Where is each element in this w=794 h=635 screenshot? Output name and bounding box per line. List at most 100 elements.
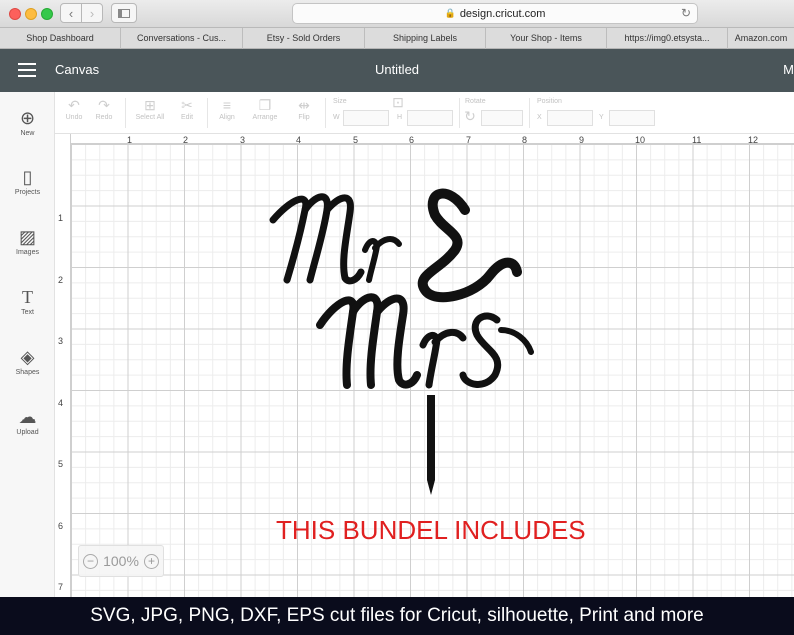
toolbar-divider [459,98,460,128]
size-label: Size [333,98,347,105]
ruler-tick: 2 [58,275,64,285]
ruler-tick: 3 [240,135,246,145]
x-input[interactable] [547,110,593,126]
ruler-tick: 12 [748,135,759,145]
x-label: X [537,114,542,121]
height-label: H [397,114,403,121]
toolbar-divider [125,98,126,128]
ruler-tick: 7 [58,582,64,592]
undo-button[interactable]: ↶ Undo [61,96,87,121]
align-icon: ≡ [222,97,232,113]
bookmarks-bar: Shop Dashboard Conversations - Cus... Et… [0,28,794,49]
sidebar-item-images[interactable]: ▨ Images [0,225,55,256]
ruler-tick: 6 [58,521,64,531]
undo-icon: ↶ [68,97,80,113]
sidebar-item-label: Upload [16,429,39,436]
undo-label: Undo [65,114,83,121]
toolbar-divider [207,98,208,128]
align-dropdown[interactable]: ≡ Align [213,96,241,121]
sidebar-item-label: Images [16,249,39,256]
ruler-tick: 11 [692,135,702,145]
text-t-icon: T [22,287,33,307]
sidebar-item-label: Shapes [15,369,40,376]
bookmark-item[interactable]: Shipping Labels [365,28,486,49]
document-title[interactable]: Untitled [0,62,794,77]
toolbar-divider [325,98,326,128]
bookmark-item[interactable]: Amazon.com [728,28,794,49]
align-label: Align [219,114,235,121]
redo-button[interactable]: ↷ Redo [91,96,117,121]
sidebar-item-text[interactable]: T Text [0,285,55,316]
edit-toolbar: ↶ Undo ↷ Redo ⊞ Select All ✂ Edit ≡ Alig… [55,92,794,134]
address-bar[interactable]: 🔒 design.cricut.com ↻ [292,3,698,24]
zoom-level: 100% [103,553,139,569]
redo-label: Redo [95,114,113,121]
width-input[interactable] [343,110,389,126]
sidebar-toggle-button[interactable] [111,3,137,23]
sidebar-item-upload[interactable]: ☁ Upload [0,405,55,436]
file-formats-banner: SVG, JPG, PNG, DXF, EPS cut files for Cr… [0,597,794,635]
ruler-tick: 8 [522,135,528,145]
image-icon: ▨ [18,227,36,247]
minimize-window-button[interactable] [25,8,37,20]
rotate-input[interactable] [481,110,523,126]
width-label: W [333,114,340,121]
reload-icon[interactable]: ↻ [681,6,691,20]
ruler-tick: 7 [466,135,472,145]
flip-label: Flip [298,114,310,121]
y-input[interactable] [609,110,655,126]
chevron-right-icon: › [89,5,95,21]
redo-icon: ↷ [98,97,110,113]
ruler-tick: 5 [58,459,64,469]
shapes-icon: ◈ [20,347,35,367]
zoom-out-button[interactable]: − [83,553,98,569]
flip-dropdown[interactable]: ⇹ Flip [291,96,317,121]
forward-button[interactable]: › [81,3,103,23]
ruler-tick: 4 [296,135,302,145]
bookmark-item[interactable]: Etsy - Sold Orders [243,28,365,49]
zoom-in-button[interactable]: + [144,553,159,569]
edit-label: Edit [180,114,194,121]
sidebar-icon [118,8,130,18]
ruler-tick: 4 [58,398,64,408]
bookmark-item[interactable]: Shop Dashboard [0,28,121,49]
toolbar-divider [529,98,530,128]
header-menu-cutoff[interactable]: M [783,62,794,77]
notebook-icon: ▯ [22,167,33,187]
bundle-includes-text: THIS BUNDEL INCLUDES [276,515,586,545]
bookmark-item[interactable]: Conversations - Cus... [121,28,243,49]
arrange-label: Arrange [252,114,278,121]
maximize-window-button[interactable] [41,8,53,20]
sidebar-item-new[interactable]: ⊕ New [0,106,55,137]
bookmark-item[interactable]: Your Shop - Items [486,28,607,49]
select-all-icon: ⊞ [144,97,156,113]
scissors-icon: ✂ [181,97,193,113]
select-all-button[interactable]: ⊞ Select All [131,96,169,121]
url-text: design.cricut.com [459,7,546,20]
ruler-tick: 9 [579,135,585,145]
close-window-button[interactable] [9,8,21,20]
back-button[interactable]: ‹ [60,3,82,23]
ruler-tick: 6 [409,135,415,145]
sidebar-item-shapes[interactable]: ◈ Shapes [0,345,55,376]
ruler-tick: 3 [58,336,64,346]
height-input[interactable] [407,110,453,126]
lock-ratio-button[interactable]: ⊡ [391,93,405,111]
sidebar-item-label: New [20,130,35,137]
lock-icon: 🔒 [444,8,456,18]
mr-mrs-cake-topper-artwork[interactable] [265,180,545,500]
edit-dropdown[interactable]: ✂ Edit [173,96,201,121]
ruler-tick: 1 [127,135,133,145]
zoom-control: − 100% + [78,545,164,577]
bookmark-item[interactable]: https://img0.etsysta... [607,28,728,49]
arrange-dropdown[interactable]: ❐ Arrange [247,96,283,121]
y-label: Y [599,114,604,121]
plus-circle-icon: ⊕ [19,108,36,128]
ruler-top [55,134,794,144]
sidebar-item-label: Projects [14,189,41,196]
lock-icon: ⊡ [392,94,404,110]
sidebar-item-label: Text [21,309,34,316]
ruler-tick: 10 [635,135,646,145]
select-all-label: Select All [135,114,165,121]
sidebar-item-projects[interactable]: ▯ Projects [0,165,55,196]
